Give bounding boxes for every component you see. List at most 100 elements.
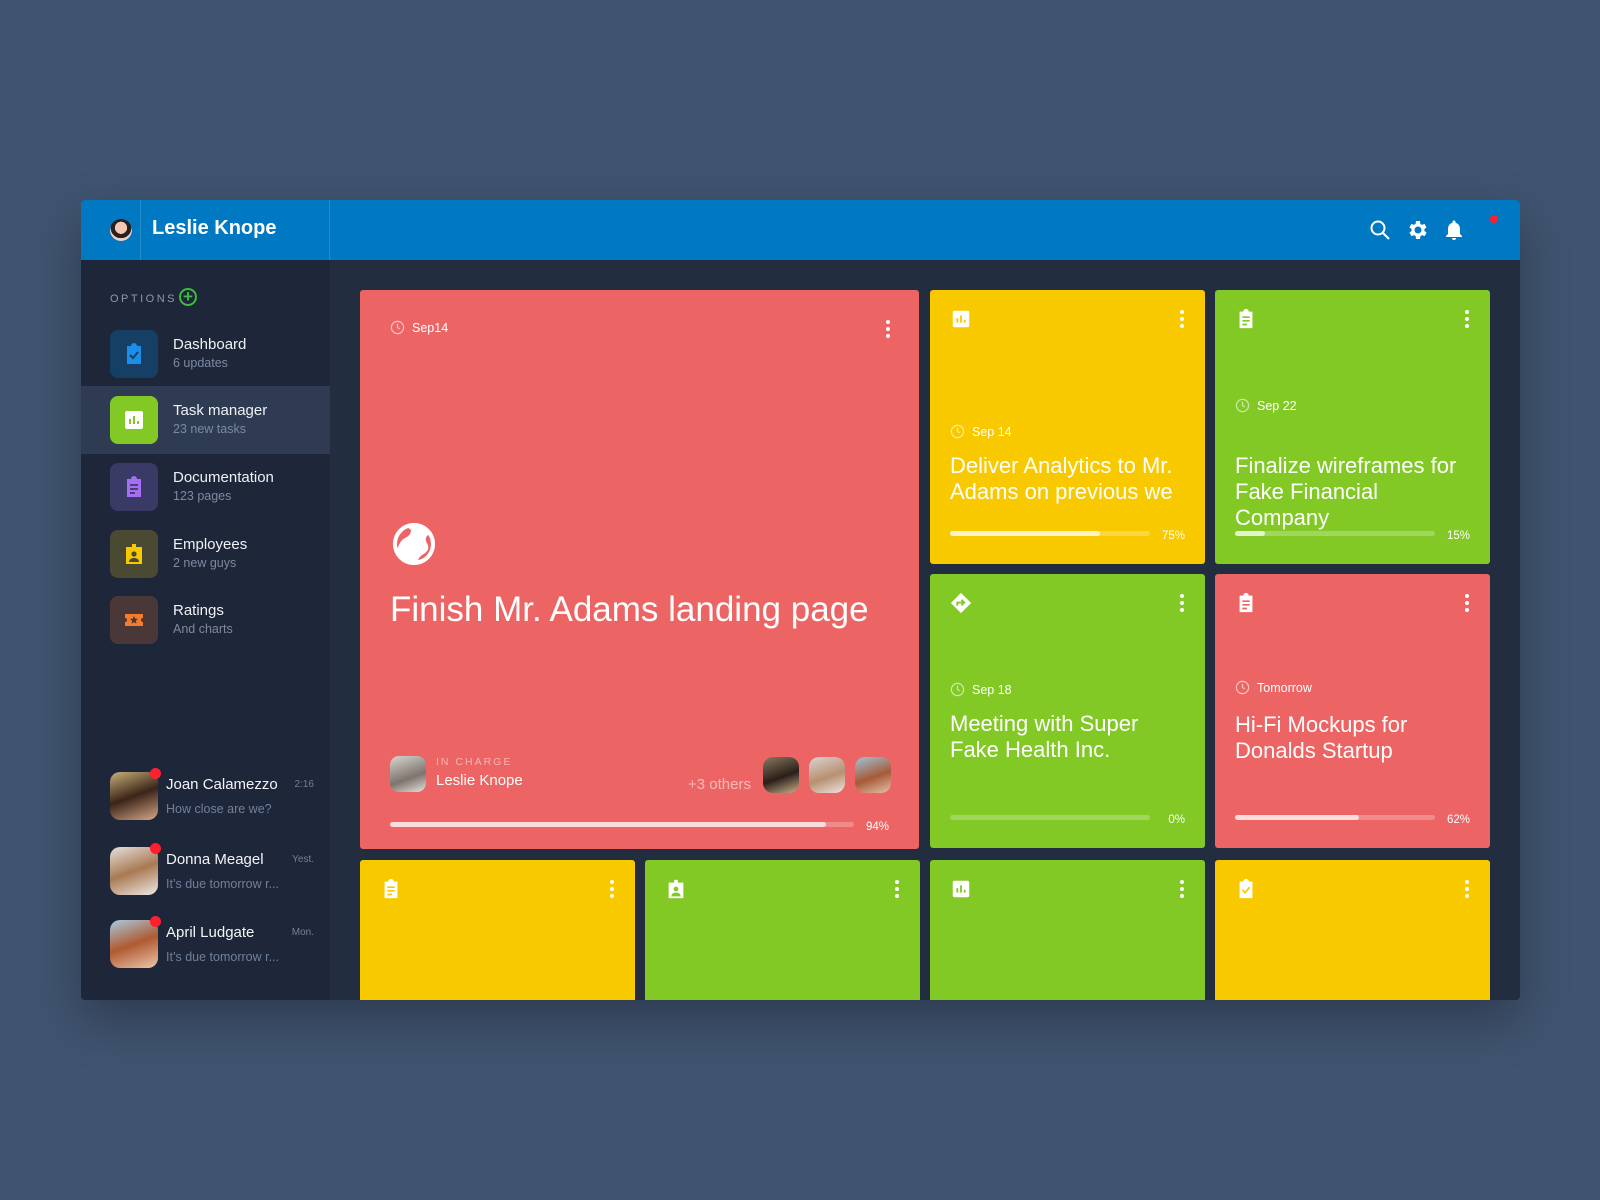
task-card[interactable]: Sep 18 Meeting with Super Fake Health In… <box>930 574 1205 848</box>
user-name: Leslie Knope <box>152 217 277 239</box>
notification-badge <box>1490 215 1498 223</box>
progress-label: 15% <box>1446 530 1470 542</box>
chat-avatar <box>110 772 158 820</box>
sidebar-item-subtitle: 2 new guys <box>173 556 237 570</box>
progress-bar <box>950 815 1150 820</box>
sidebar-item-employees[interactable]: Employees 2 new guys <box>81 520 330 588</box>
clock-icon <box>950 424 965 439</box>
unread-badge <box>150 768 161 779</box>
more-options-icon[interactable] <box>1464 594 1470 614</box>
add-option-button[interactable]: + <box>179 288 197 306</box>
member-avatar[interactable] <box>763 757 799 793</box>
sidebar-item-task-manager[interactable]: Task manager 23 new tasks <box>81 386 330 454</box>
search-icon[interactable] <box>1368 218 1392 242</box>
clipboard-text-icon <box>1239 592 1253 613</box>
task-card[interactable]: Sep 14 Deliver Analytics to Mr. Adams on… <box>930 290 1205 564</box>
sidebar: OPTIONS + Dashboard 6 updates Task manag… <box>81 260 330 1000</box>
sidebar-item-documentation[interactable]: Documentation 123 pages <box>81 453 330 521</box>
more-options-icon[interactable] <box>1464 880 1470 900</box>
chat-message: How close are we? <box>166 802 272 816</box>
chat-item[interactable]: Donna Meagel It’s due tomorrow r... Yest… <box>81 843 330 913</box>
more-options-icon[interactable] <box>894 880 900 900</box>
progress-fill <box>1235 531 1265 536</box>
in-charge-label: IN CHARGE <box>436 756 513 768</box>
card-icon-wrap <box>1235 592 1257 614</box>
divider <box>329 200 330 260</box>
task-title: Deliver Analytics to Mr. Adams on previo… <box>950 453 1173 504</box>
task-date: Tomorrow <box>1235 680 1312 695</box>
sidebar-item-subtitle: 123 pages <box>173 489 232 503</box>
card-icon-wrap <box>1235 878 1257 900</box>
sidebar-item-label: Documentation <box>173 469 274 486</box>
more-options-icon[interactable] <box>1464 310 1470 330</box>
task-date: Sep 22 <box>1235 398 1297 413</box>
divider <box>140 200 141 260</box>
more-options-icon[interactable] <box>1179 594 1185 614</box>
bar-chart-icon <box>125 411 143 429</box>
chat-name: Donna Meagel <box>166 851 264 868</box>
clock-icon <box>390 320 405 335</box>
options-label: OPTIONS <box>110 293 178 305</box>
card-icon-wrap <box>665 878 687 900</box>
task-title: Hi-Fi Mockups for Donalds Startup <box>1235 712 1408 763</box>
chat-time: Mon. <box>291 927 314 938</box>
progress-bar <box>390 822 854 827</box>
bar-chart-icon <box>952 310 970 328</box>
gear-icon[interactable] <box>1406 218 1430 242</box>
sidebar-item-dashboard[interactable]: Dashboard 6 updates <box>81 320 330 388</box>
task-date-text: Sep 18 <box>972 682 1012 697</box>
unread-badge <box>150 916 161 927</box>
chat-avatar <box>110 920 158 968</box>
task-date: Sep14 <box>390 320 448 335</box>
more-options-icon[interactable] <box>1179 880 1185 900</box>
user-avatar[interactable] <box>110 219 132 241</box>
more-options-icon[interactable] <box>609 880 615 900</box>
member-avatar[interactable] <box>855 757 891 793</box>
task-date: Sep 14 <box>950 424 1012 439</box>
sidebar-item-ratings[interactable]: Ratings And charts <box>81 586 330 654</box>
more-options-icon[interactable] <box>1179 310 1185 330</box>
task-card[interactable] <box>930 860 1205 1000</box>
task-card[interactable]: Tomorrow Hi-Fi Mockups for Donalds Start… <box>1215 574 1490 848</box>
app-window: Leslie Knope OPTIONS + Dashboard 6 updat… <box>81 200 1520 1000</box>
task-title: Finish Mr. Adams landing page <box>390 590 869 629</box>
card-icon-wrap <box>950 592 972 614</box>
task-card[interactable] <box>645 860 920 1000</box>
others-count[interactable]: +3 others <box>688 776 751 793</box>
chat-name: Joan Calamezzo <box>166 776 278 793</box>
progress-label: 0% <box>1168 814 1185 826</box>
globe-icon <box>393 523 435 565</box>
progress-bar <box>1235 815 1435 820</box>
sidebar-item-subtitle: And charts <box>173 622 233 636</box>
task-card[interactable] <box>1215 860 1490 1000</box>
clock-icon <box>1235 680 1250 695</box>
sidebar-item-label: Ratings <box>173 602 224 619</box>
sidebar-item-subtitle: 6 updates <box>173 356 228 370</box>
in-charge-name: Leslie Knope <box>436 772 523 789</box>
chat-item[interactable]: April Ludgate It’s due tomorrow r... Mon… <box>81 916 330 986</box>
chat-time: Yest. <box>292 854 314 865</box>
unread-badge <box>150 843 161 854</box>
clipboard-text-icon <box>127 476 141 497</box>
bell-icon[interactable] <box>1442 218 1466 242</box>
card-icon-wrap <box>950 878 972 900</box>
sidebar-item-subtitle: 23 new tasks <box>173 422 246 436</box>
member-avatar[interactable] <box>809 757 845 793</box>
sidebar-item-icon <box>110 330 158 378</box>
featured-task-card[interactable]: Sep14 Finish Mr. Adams landing page IN C… <box>360 290 919 849</box>
task-card[interactable] <box>360 860 635 1000</box>
task-date-text: Sep 22 <box>1257 398 1297 413</box>
sidebar-item-label: Dashboard <box>173 336 247 353</box>
chat-item[interactable]: Joan Calamezzo How close are we? 2:16 <box>81 768 330 838</box>
more-options-icon[interactable] <box>885 320 891 340</box>
in-charge-avatar[interactable] <box>390 756 426 792</box>
chat-name: April Ludgate <box>166 924 255 941</box>
progress-label: 94% <box>865 821 889 833</box>
chat-time: 2:16 <box>294 779 314 790</box>
card-icon-wrap <box>950 308 972 330</box>
clipboard-text-icon <box>1239 308 1253 329</box>
sidebar-item-icon <box>110 596 158 644</box>
task-card[interactable]: Sep 22 Finalize wireframes for Fake Fina… <box>1215 290 1490 564</box>
clipboard-check-icon <box>127 343 141 364</box>
task-date-text: Tomorrow <box>1257 680 1312 695</box>
